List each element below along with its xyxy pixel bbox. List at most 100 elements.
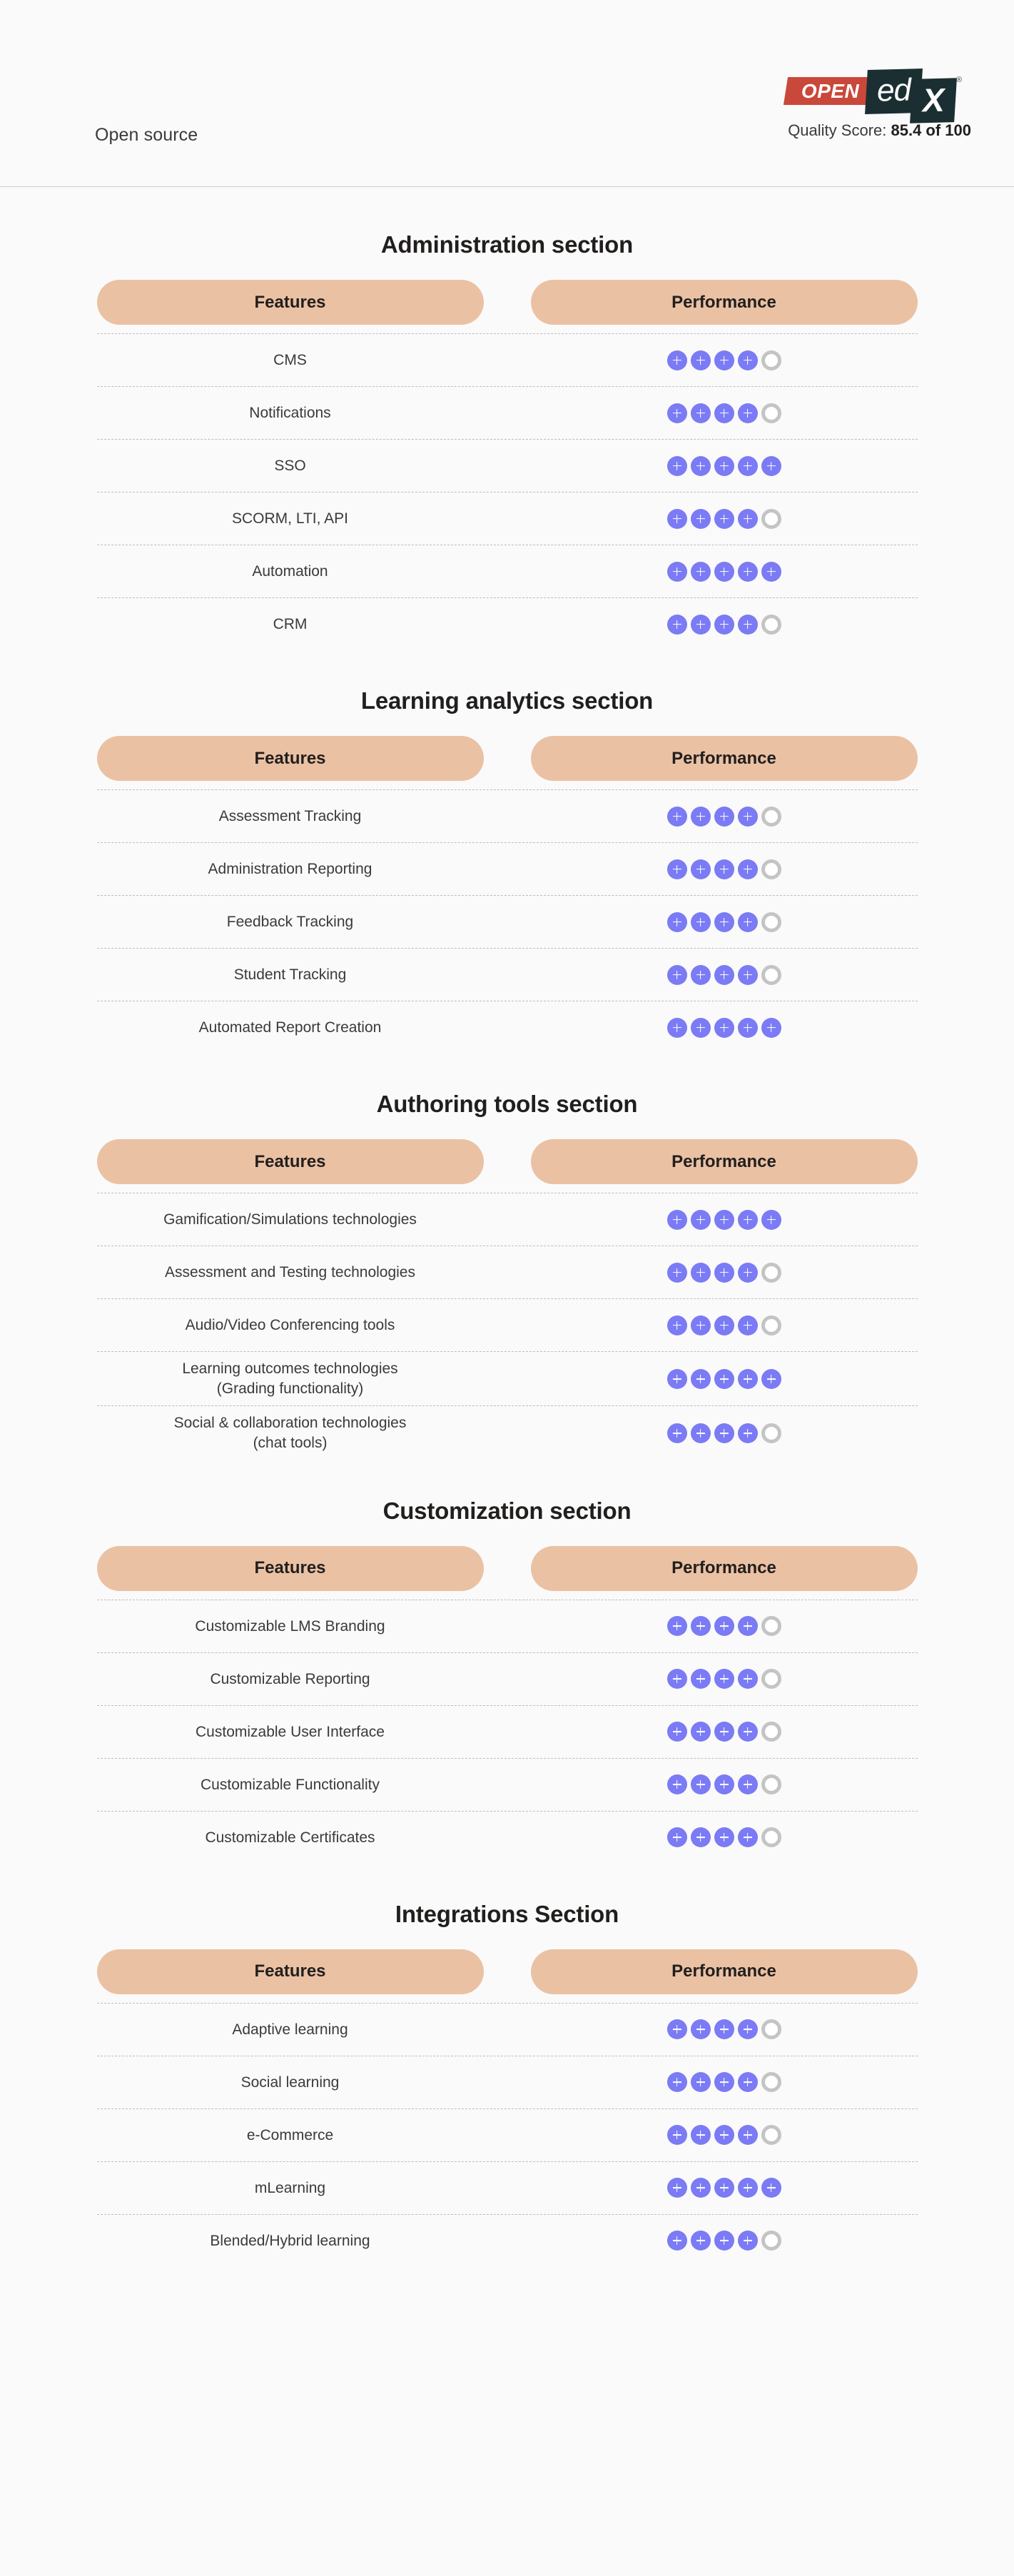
feature-label: Customizable LMS Branding [195, 1617, 385, 1635]
rating-dot-filled-icon [714, 614, 734, 635]
rating-dot-filled-icon [666, 2231, 687, 2251]
rating-dots [666, 1827, 781, 1848]
logo-open-block: OPEN [783, 77, 878, 105]
rating-dot-filled-icon [666, 1423, 687, 1444]
rating-dot-filled-icon [737, 2231, 758, 2251]
rating-dot-filled-icon [737, 1262, 758, 1283]
section-title: Authoring tools section [376, 1091, 638, 1117]
performance-cell [531, 2109, 918, 2161]
table-row: Customizable User Interface [96, 1704, 918, 1758]
feature-label: Audio/Video Conferencing tools [185, 1316, 395, 1333]
rating-dot-filled-icon [666, 1368, 687, 1389]
comparison-table: Features Performance Customizable LMS Bran… [96, 1545, 918, 1864]
rating-dot-filled-icon [666, 911, 687, 932]
rating-dot-filled-icon [737, 350, 758, 370]
rating-dot-filled-icon [714, 1262, 734, 1283]
feature-label: Student Tracking [233, 966, 347, 983]
rating-dot-filled-icon [714, 1209, 734, 1230]
rating-dot-filled-icon [737, 508, 758, 529]
rating-dot-filled-icon [666, 614, 687, 635]
rating-dot-filled-icon [737, 859, 758, 879]
column-header-performance: Performance [530, 1949, 918, 1994]
rating-dot-filled-icon [690, 1262, 711, 1283]
rating-dot-empty-icon [761, 964, 781, 985]
rating-dot-filled-icon [690, 1722, 711, 1742]
performance-cell [531, 1193, 918, 1246]
rating-dot-filled-icon [666, 1616, 687, 1637]
rating-dots [666, 2125, 781, 2146]
performance-cell [531, 2004, 918, 2056]
feature-label: CMS [273, 351, 307, 368]
table-row: SCORM, LTI, API [96, 492, 918, 545]
rating-dot-filled-icon [737, 1616, 758, 1637]
rating-dot-filled-icon [761, 561, 781, 582]
rating-dot-empty-icon [761, 1423, 781, 1444]
column-header-features: Features [96, 280, 484, 325]
section: Customization section Features Performance… [0, 1460, 1014, 1864]
performance-cell [531, 493, 918, 545]
rating-dot-filled-icon [714, 508, 734, 529]
rating-dot-filled-icon [737, 1017, 758, 1038]
rating-dots [666, 455, 781, 476]
rating-dot-filled-icon [690, 561, 711, 582]
performance-cell [531, 843, 918, 895]
performance-cell [531, 2215, 918, 2267]
rating-dot-filled-icon [737, 1368, 758, 1389]
rating-dot-filled-icon [666, 1017, 687, 1038]
rating-dot-filled-icon [690, 2231, 711, 2251]
open-edx-logo: OPEN ed X ® [783, 66, 971, 123]
rating-dots [666, 1262, 781, 1283]
rating-dot-filled-icon [714, 455, 734, 476]
rating-dot-filled-icon [666, 806, 687, 827]
rating-dot-filled-icon [737, 1722, 758, 1742]
rating-dot-filled-icon [737, 2019, 758, 2040]
feature-label: Assessment Tracking [218, 807, 362, 824]
section: Authoring tools section Features Performan… [0, 1054, 1014, 1460]
rating-dots [666, 2019, 781, 2040]
feature-label: mLearning [254, 2179, 326, 2196]
rating-dot-filled-icon [737, 911, 758, 932]
table-row: Notifications [96, 386, 918, 439]
quality-score-label: Quality Score: [788, 121, 887, 139]
rating-dot-filled-icon [737, 561, 758, 582]
performance-cell [531, 2056, 918, 2108]
rating-dot-filled-icon [714, 1017, 734, 1038]
rating-dot-empty-icon [761, 614, 781, 635]
feature-label: CRM [273, 615, 308, 632]
table-row: Social learning [96, 2055, 918, 2108]
feature-label: Adaptive learning [232, 2021, 348, 2038]
rating-dot-filled-icon [690, 1368, 711, 1389]
rating-dot-filled-icon [666, 350, 687, 370]
rating-dot-filled-icon [714, 1669, 734, 1689]
performance-cell [531, 387, 918, 439]
table-row: CRM [96, 597, 918, 650]
feature-label: Customizable Functionality [201, 1776, 380, 1793]
rating-dot-filled-icon [666, 1315, 687, 1335]
rating-dot-filled-icon [690, 911, 711, 932]
rating-dot-empty-icon [761, 1722, 781, 1742]
column-header-performance: Performance [530, 1545, 918, 1591]
table-row: Learning outcomes technologies (Grading f… [96, 1351, 918, 1405]
section-title: Integrations Section [395, 1900, 619, 1927]
rating-dot-filled-icon [690, 1423, 711, 1444]
rating-dot-filled-icon [690, 2072, 711, 2093]
logo-x-block: X [910, 78, 957, 123]
rating-dot-filled-icon [690, 859, 711, 879]
rating-dot-filled-icon [714, 1368, 734, 1389]
rating-dot-empty-icon [761, 2072, 781, 2093]
rating-dot-filled-icon [666, 508, 687, 529]
performance-cell [531, 334, 918, 386]
performance-cell [531, 545, 918, 597]
rating-dot-empty-icon [761, 403, 781, 423]
rating-dot-filled-icon [690, 2178, 711, 2198]
rating-dot-filled-icon [666, 859, 687, 879]
column-header-features: Features [96, 1545, 484, 1591]
rating-dot-filled-icon [690, 508, 711, 529]
rating-dot-filled-icon [714, 806, 734, 827]
feature-label: Social & collaboration technologies (chat… [173, 1415, 407, 1452]
rating-dot-filled-icon [690, 1827, 711, 1848]
rating-dots [666, 1315, 781, 1335]
table-row: Social & collaboration technologies (chat… [96, 1405, 918, 1460]
rating-dot-filled-icon [690, 1209, 711, 1230]
feature-label: Learning outcomes technologies (Grading f… [182, 1360, 398, 1397]
